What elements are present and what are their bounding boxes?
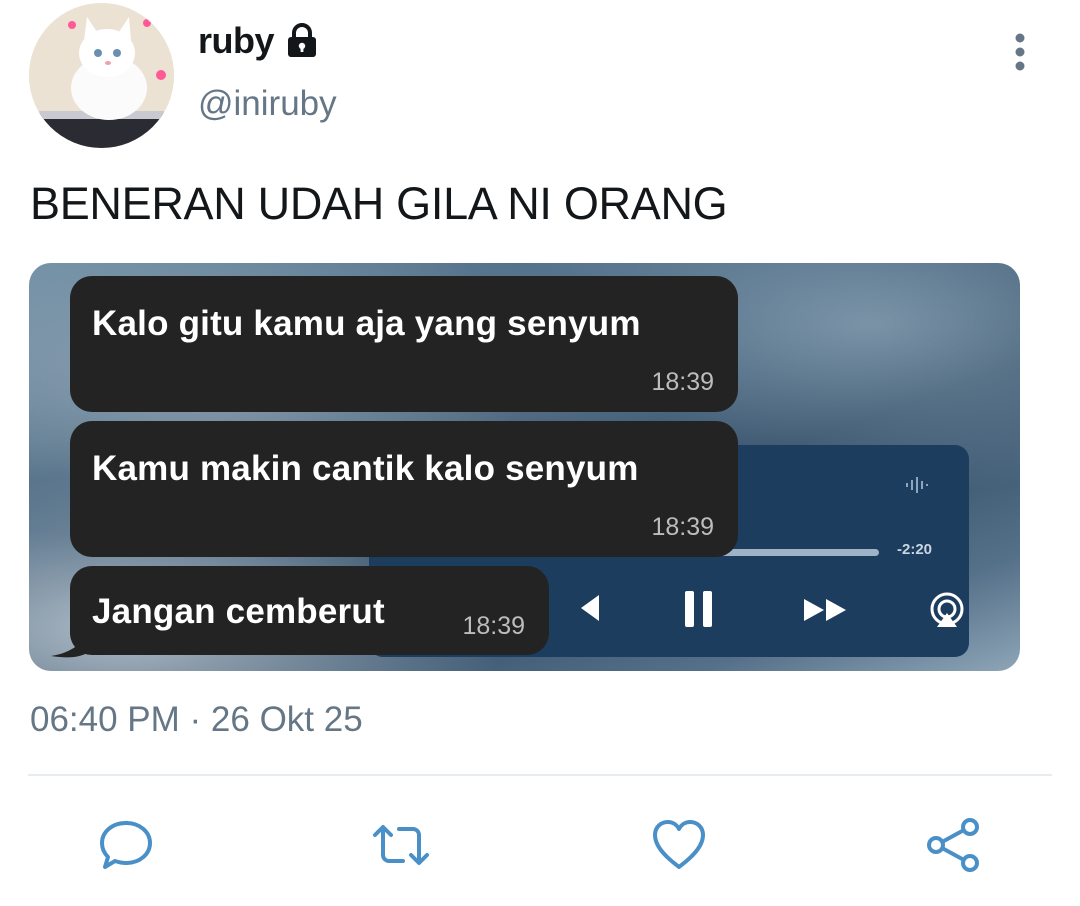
- message-text: Kamu makin cantik kalo senyum: [92, 449, 639, 488]
- time-remaining: -2:20: [897, 541, 933, 558]
- author-name-row[interactable]: ruby: [198, 20, 320, 62]
- rewind-icon[interactable]: [581, 595, 599, 621]
- message-text: Kalo gitu kamu aja yang senyum: [92, 304, 641, 343]
- tweet-text: BENERAN UDAH GILA NI ORANG: [30, 178, 728, 229]
- pause-icon[interactable]: [682, 589, 716, 629]
- fast-forward-icon[interactable]: [802, 597, 850, 623]
- message-time: 18:39: [462, 612, 525, 640]
- airplay-icon[interactable]: [927, 591, 967, 631]
- more-vertical-icon: [1015, 33, 1025, 71]
- message-time: 18:39: [651, 513, 714, 541]
- like-button[interactable]: [649, 815, 709, 875]
- handle[interactable]: @iniruby: [198, 84, 337, 124]
- message-text: Jangan cemberut: [92, 592, 385, 631]
- share-button[interactable]: [924, 815, 984, 875]
- chat-bubble: Kamu makin cantik kalo senyum 18:39: [70, 421, 738, 557]
- display-name[interactable]: ruby: [198, 20, 275, 62]
- like-icon: [653, 820, 705, 869]
- reply-icon: [100, 821, 152, 869]
- retweet-button[interactable]: [371, 815, 431, 875]
- audio-wave-icon: [906, 477, 928, 493]
- reply-button[interactable]: [96, 815, 156, 875]
- share-icon: [927, 818, 979, 872]
- tweet-timestamp[interactable]: 06:40 PM · 26 Okt 25: [30, 700, 363, 740]
- chat-bubble: Kalo gitu kamu aja yang senyum 18:39: [70, 276, 738, 412]
- divider: [28, 774, 1052, 776]
- cat-avatar-icon: [29, 3, 174, 148]
- retweet-icon: [373, 825, 429, 865]
- message-time: 18:39: [651, 368, 714, 396]
- lock-icon: [284, 23, 320, 59]
- chat-bubble: Jangan cemberut 18:39: [70, 566, 549, 655]
- more-options-button[interactable]: [1000, 32, 1040, 72]
- tweet-media[interactable]: -2:20 Kalo gitu kamu aja yang senyum 18:…: [29, 263, 1020, 671]
- avatar[interactable]: [29, 3, 174, 148]
